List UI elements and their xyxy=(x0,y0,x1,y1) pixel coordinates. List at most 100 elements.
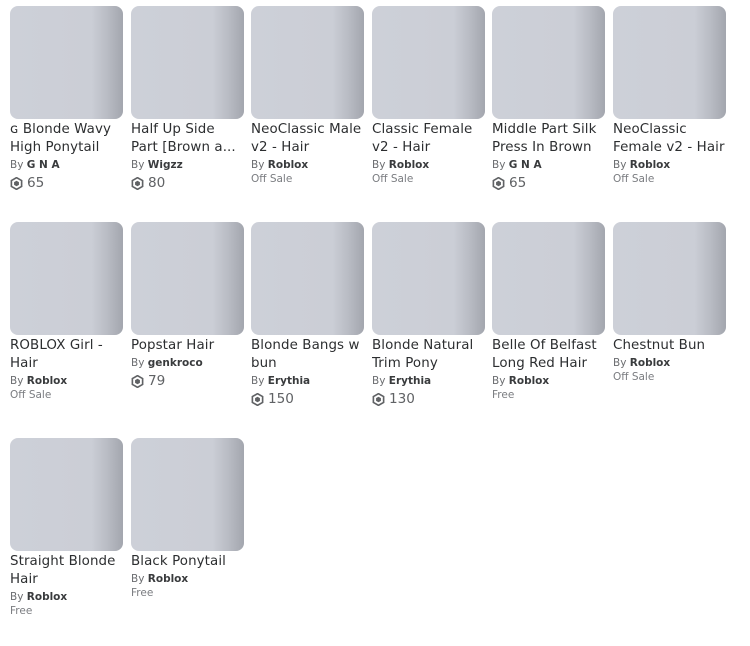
creator-prefix: By xyxy=(613,159,627,171)
item-price: 130 xyxy=(372,391,485,407)
item-card[interactable]: Middle Part Silk Press In Brown By G N A 6… xyxy=(492,6,605,191)
creator-prefix: By xyxy=(10,591,24,603)
item-card[interactable]: NeoClassic Female v2 - Hair By Roblox Off … xyxy=(613,6,726,186)
item-creator: By Wigzz xyxy=(131,159,244,172)
item-name[interactable]: Chestnut Bun xyxy=(613,337,726,355)
item-name[interactable]: Popstar Hair xyxy=(131,337,244,355)
price-status: Off Sale xyxy=(613,371,655,383)
price-value: 65 xyxy=(509,175,527,191)
robux-icon xyxy=(372,392,385,406)
item-thumbnail[interactable] xyxy=(613,222,726,335)
creator-prefix: By xyxy=(131,357,145,369)
item-card[interactable]: Classic Female v2 - Hair By Roblox Off Sal… xyxy=(372,6,485,186)
robux-icon xyxy=(131,374,144,388)
item-name[interactable]: Classic Female v2 - Hair xyxy=(372,121,485,157)
item-thumbnail[interactable] xyxy=(10,222,123,335)
creator-link[interactable]: genkroco xyxy=(148,357,203,369)
creator-link[interactable]: Roblox xyxy=(268,159,308,171)
creator-prefix: By xyxy=(251,375,265,387)
item-creator: By Roblox xyxy=(613,357,726,370)
item-creator: By Erythia xyxy=(372,375,485,388)
item-thumbnail[interactable] xyxy=(613,6,726,119)
item-price: 65 xyxy=(492,175,605,191)
creator-link[interactable]: Erythia xyxy=(389,375,431,387)
price-status: Off Sale xyxy=(251,173,293,185)
item-name[interactable]: Straight Blonde Hair xyxy=(10,553,123,589)
creator-prefix: By xyxy=(613,357,627,369)
creator-link[interactable]: Erythia xyxy=(268,375,310,387)
item-thumbnail[interactable] xyxy=(372,222,485,335)
item-creator: By Erythia xyxy=(251,375,364,388)
item-thumbnail[interactable] xyxy=(492,222,605,335)
item-creator: By Roblox xyxy=(10,591,123,604)
creator-link[interactable]: Roblox xyxy=(630,159,670,171)
item-card[interactable]: Blonde Natural Trim Pony By Erythia 130 xyxy=(372,222,485,407)
creator-link[interactable]: Roblox xyxy=(630,357,670,369)
creator-link[interactable]: Roblox xyxy=(27,375,67,387)
item-creator: By Roblox xyxy=(131,573,244,586)
creator-prefix: By xyxy=(10,159,24,171)
item-name[interactable]: NeoClassic Male v2 - Hair xyxy=(251,121,364,157)
item-card[interactable]: Popstar Hair By genkroco 79 xyxy=(131,222,244,389)
creator-link[interactable]: Roblox xyxy=(389,159,429,171)
item-name[interactable]: Blonde Natural Trim Pony xyxy=(372,337,485,373)
price-status: Off Sale xyxy=(613,173,655,185)
creator-link[interactable]: Roblox xyxy=(27,591,67,603)
item-thumbnail[interactable] xyxy=(131,6,244,119)
item-name[interactable]: Black Ponytail xyxy=(131,553,244,571)
item-name[interactable]: ROBLOX Girl - Hair xyxy=(10,337,123,373)
creator-prefix: By xyxy=(251,159,265,171)
creator-link[interactable]: Roblox xyxy=(148,573,188,585)
item-thumbnail[interactable] xyxy=(492,6,605,119)
creator-prefix: By xyxy=(372,375,386,387)
item-card[interactable]: NeoClassic Male v2 - Hair By Roblox Off Sa… xyxy=(251,6,364,186)
robux-icon xyxy=(10,176,23,190)
item-card[interactable]: Chestnut Bun By Roblox Off Sale xyxy=(613,222,726,384)
creator-prefix: By xyxy=(492,375,506,387)
creator-link[interactable]: G N A xyxy=(27,159,60,171)
item-name[interactable]: Belle Of Belfast Long Red Hair xyxy=(492,337,605,373)
price-status: Free xyxy=(492,389,515,401)
item-card[interactable]: Half Up Side Part [Brown a... By Wigzz 80 xyxy=(131,6,244,191)
creator-prefix: By xyxy=(372,159,386,171)
creator-prefix: By xyxy=(131,159,145,171)
item-thumbnail[interactable] xyxy=(131,222,244,335)
item-card[interactable]: ROBLOX Girl - Hair By Roblox Off Sale xyxy=(10,222,123,402)
price-value: 79 xyxy=(148,373,166,389)
item-card[interactable]: Straight Blonde Hair By Roblox Free xyxy=(10,438,123,618)
creator-link[interactable]: Roblox xyxy=(509,375,549,387)
item-name[interactable]: ɢ Blonde Wavy High Ponytail xyxy=(10,121,123,157)
item-price: 150 xyxy=(251,391,364,407)
item-thumbnail[interactable] xyxy=(131,438,244,551)
price-value: 150 xyxy=(268,391,294,407)
item-card[interactable]: ɢ Blonde Wavy High Ponytail By G N A 65 xyxy=(10,6,123,191)
item-creator: By Roblox xyxy=(613,159,726,172)
creator-link[interactable]: Wigzz xyxy=(148,159,183,171)
price-value: 65 xyxy=(27,175,45,191)
item-thumbnail[interactable] xyxy=(10,6,123,119)
item-thumbnail[interactable] xyxy=(10,438,123,551)
item-name[interactable]: Middle Part Silk Press In Brown xyxy=(492,121,605,157)
item-name[interactable]: Blonde Bangs w bun xyxy=(251,337,364,373)
price-status: Off Sale xyxy=(372,173,414,185)
item-card[interactable]: Belle Of Belfast Long Red Hair By Roblox F… xyxy=(492,222,605,402)
item-thumbnail[interactable] xyxy=(372,6,485,119)
item-card[interactable]: Blonde Bangs w bun By Erythia 150 xyxy=(251,222,364,407)
robux-icon xyxy=(251,392,264,406)
item-creator: By genkroco xyxy=(131,357,244,370)
item-name[interactable]: Half Up Side Part [Brown a... xyxy=(131,121,244,157)
creator-prefix: By xyxy=(492,159,506,171)
item-name[interactable]: NeoClassic Female v2 - Hair xyxy=(613,121,726,157)
item-card[interactable]: Black Ponytail By Roblox Free xyxy=(131,438,244,600)
item-creator: By Roblox xyxy=(251,159,364,172)
item-creator: By Roblox xyxy=(10,375,123,388)
creator-prefix: By xyxy=(131,573,145,585)
price-status: Free xyxy=(10,605,33,617)
price-status: Free xyxy=(131,587,154,599)
item-thumbnail[interactable] xyxy=(251,6,364,119)
robux-icon xyxy=(131,176,144,190)
item-creator: By G N A xyxy=(492,159,605,172)
price-value: 130 xyxy=(389,391,415,407)
item-thumbnail[interactable] xyxy=(251,222,364,335)
creator-link[interactable]: G N A xyxy=(509,159,542,171)
